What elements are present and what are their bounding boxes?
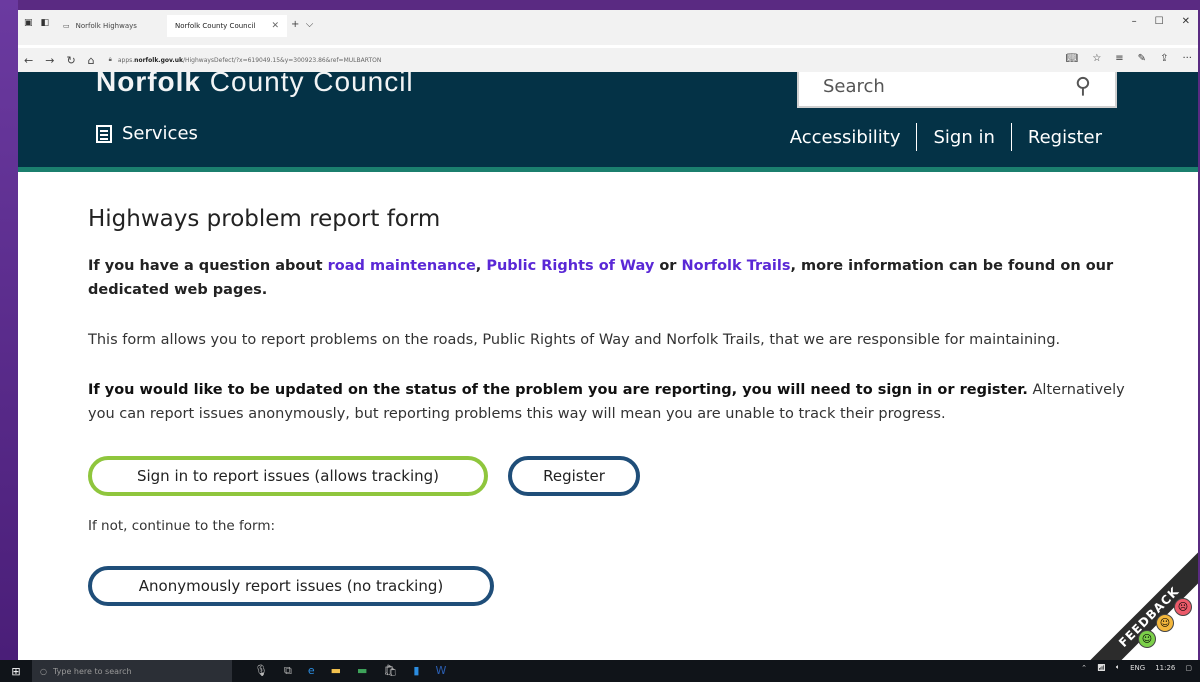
language-indicator[interactable]: ENG <box>1130 664 1145 672</box>
more-icon[interactable]: ··· <box>1182 53 1192 64</box>
continue-text: If not, continue to the form: <box>88 518 276 534</box>
volume-icon[interactable]: 🔈︎ <box>1116 663 1120 672</box>
tab-label: Norfolk County Council <box>175 22 256 30</box>
address-bar: ← → ↻ ⌂ 🔒︎ apps.norfolk.gov.uk/HighwaysD… <box>18 48 1198 72</box>
close-window-icon[interactable]: ✕ <box>1182 16 1190 27</box>
favorites-hub-icon[interactable]: ≡ <box>1115 53 1123 64</box>
page-icon: ▭ <box>63 22 70 30</box>
refresh-icon[interactable]: ↻ <box>66 54 75 67</box>
services-menu[interactable]: Services <box>96 123 198 144</box>
neutral-face-icon[interactable]: ☺ <box>1156 614 1174 632</box>
share-icon[interactable]: ⇪ <box>1160 53 1168 64</box>
window-controls: – ☐ ✕ <box>1132 16 1190 27</box>
tab-norfolk-county-council[interactable]: Norfolk County Council ✕ <box>167 15 288 37</box>
page-title: Highways problem report form <box>88 206 441 232</box>
taskbar-apps: 🎙︎ ⧉ e ▬ ▬ 🛍︎ ▮ W <box>254 664 446 678</box>
site-header: Norfolk County Council Search ⚲ Services… <box>18 72 1198 167</box>
back-icon[interactable]: ← <box>24 54 33 67</box>
favorite-star-icon[interactable]: ☆ <box>1092 53 1101 64</box>
network-icon[interactable]: 📶︎ <box>1097 664 1106 672</box>
chevron-up-icon[interactable]: ⌃ <box>1081 664 1087 672</box>
store-icon[interactable]: 🛍︎ <box>383 664 397 678</box>
search-icon: ○ <box>40 666 47 676</box>
header-accent-strip <box>18 167 1198 172</box>
app-icon[interactable]: ▮ <box>413 664 419 678</box>
divider <box>916 123 918 151</box>
search-icon[interactable]: ⚲ <box>1075 74 1091 99</box>
tab-actions: ▣ ◧ <box>18 10 55 28</box>
sad-face-icon[interactable]: ☹ <box>1174 598 1192 616</box>
minimize-icon[interactable]: – <box>1132 16 1137 27</box>
register-link[interactable]: Register <box>1028 127 1102 148</box>
lock-icon: 🔒︎ <box>108 56 112 63</box>
url-text: apps.norfolk.gov.uk/HighwaysDefect/?x=61… <box>117 56 382 64</box>
accessibility-link[interactable]: Accessibility <box>790 127 901 148</box>
address-actions: 📖︎ ☆ ≡ ✎ ⇪ ··· <box>1066 53 1192 64</box>
notifications-icon[interactable]: ▢ <box>1185 664 1192 672</box>
main-content: Highways problem report form If you have… <box>18 206 1198 606</box>
pen-icon[interactable]: ✎ <box>1138 53 1146 64</box>
norfolk-trails-link[interactable]: Norfolk Trails <box>682 258 791 274</box>
desktop-background <box>0 0 18 660</box>
search-input[interactable]: Search ⚲ <box>797 72 1117 108</box>
folder-icon[interactable]: ▬ <box>357 664 367 678</box>
set-aside-icon[interactable]: ◧ <box>41 18 50 28</box>
maximize-icon[interactable]: ☐ <box>1155 16 1164 27</box>
tab-label: Norfolk Highways <box>75 22 137 30</box>
home-icon[interactable]: ⌂ <box>88 54 95 67</box>
sign-in-link[interactable]: Sign in <box>933 127 994 148</box>
tab-norfolk-highways[interactable]: ▭ Norfolk Highways <box>55 15 167 37</box>
public-rights-of-way-link[interactable]: Public Rights of Way <box>486 258 654 274</box>
clock[interactable]: 11:26 <box>1155 664 1175 672</box>
taskbar-search-input[interactable]: ○ Type here to search <box>32 660 232 682</box>
anonymous-row: Anonymously report issues (no tracking) <box>88 566 1198 606</box>
feedback-badge[interactable]: FEEDBACK ☺ ☺ ☹ <box>1074 540 1198 660</box>
edge-browser-icon[interactable]: e <box>308 664 315 678</box>
forward-icon[interactable]: → <box>45 54 54 67</box>
divider <box>1010 123 1012 151</box>
system-tray: ⌃ 📶︎ 🔈︎ ENG 11:26 ▢ <box>1081 663 1192 672</box>
file-explorer-icon[interactable]: ▬ <box>331 664 341 678</box>
services-label: Services <box>122 123 198 144</box>
browser-window: ▣ ◧ ▭ Norfolk Highways Norfolk County Co… <box>18 10 1198 660</box>
windows-start-icon[interactable]: ⊞ <box>0 665 32 678</box>
microphone-icon[interactable]: 🎙︎ <box>254 664 268 678</box>
happy-face-icon[interactable]: ☺ <box>1138 630 1156 648</box>
url-field[interactable]: 🔒︎ apps.norfolk.gov.uk/HighwaysDefect/?x… <box>109 56 382 64</box>
lead-paragraph: If you have a question about road mainte… <box>88 258 1114 298</box>
task-view-icon[interactable]: ⧉ <box>284 664 292 678</box>
taskbar: ⊞ ○ Type here to search 🎙︎ ⧉ e ▬ ▬ 🛍︎ ▮ … <box>0 660 1200 682</box>
site-logo[interactable]: Norfolk County Council <box>96 72 414 98</box>
close-icon[interactable]: ✕ <box>271 21 279 31</box>
intro-paragraph: This form allows you to report problems … <box>88 332 1061 348</box>
nav-buttons: ← → ↻ ⌂ <box>18 54 95 67</box>
header-links: Accessibility Sign in Register <box>790 123 1102 151</box>
sign-in-report-button[interactable]: Sign in to report issues (allows trackin… <box>88 456 488 496</box>
tracking-paragraph: If you would like to be updated on the s… <box>88 382 1125 422</box>
web-page: Norfolk County Council Search ⚲ Services… <box>18 72 1198 660</box>
tabs-aside-icon[interactable]: ▣ <box>24 18 33 28</box>
new-tab-button[interactable]: + ⌵ <box>287 10 317 39</box>
anonymous-report-button[interactable]: Anonymously report issues (no tracking) <box>88 566 494 606</box>
tab-bar: ▣ ◧ ▭ Norfolk Highways Norfolk County Co… <box>18 10 1198 45</box>
reading-view-icon[interactable]: 📖︎ <box>1066 53 1079 64</box>
auth-buttons: Sign in to report issues (allows trackin… <box>88 456 1198 496</box>
word-icon[interactable]: W <box>435 664 446 678</box>
road-maintenance-link[interactable]: road maintenance <box>328 258 476 274</box>
services-list-icon <box>96 124 112 143</box>
register-button[interactable]: Register <box>508 456 640 496</box>
